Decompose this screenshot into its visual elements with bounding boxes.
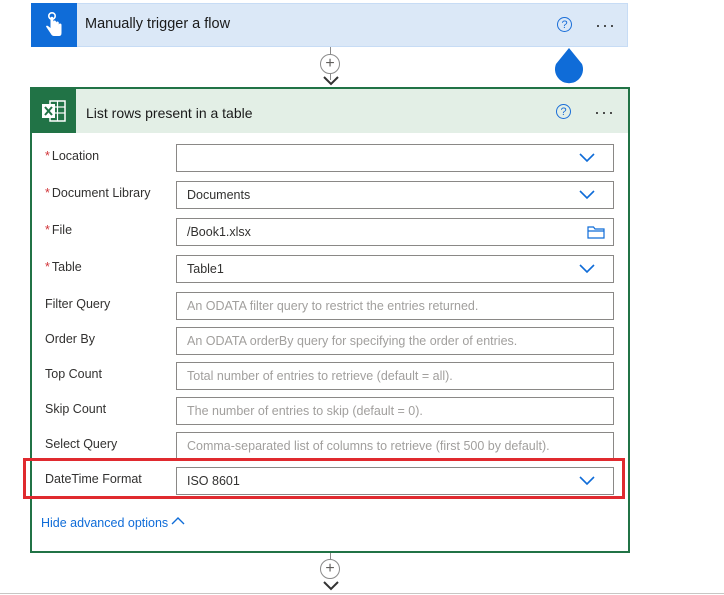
action-more-button[interactable]: ··· [594, 103, 615, 121]
required-marker: * [45, 223, 50, 237]
arrow-down-icon [323, 76, 339, 86]
select-query-input[interactable]: Comma-separated list of columns to retri… [176, 432, 614, 460]
required-marker: * [45, 149, 50, 163]
field-label-filter-query: Filter Query [45, 297, 111, 311]
chevron-down-icon[interactable] [579, 262, 595, 274]
drop-target-icon[interactable] [552, 46, 586, 88]
field-label-skip-count: Skip Count [45, 402, 107, 416]
required-marker: * [45, 186, 50, 200]
excel-icon [42, 100, 66, 122]
hand-touch-icon [46, 11, 62, 36]
document-library-dropdown[interactable]: Documents [176, 181, 614, 209]
field-label-select-query: Select Query [45, 437, 118, 451]
chevron-down-icon[interactable] [579, 188, 595, 200]
field-label-top-count: Top Count [45, 367, 102, 381]
field-label-table: * Table [45, 260, 82, 274]
required-marker: * [45, 260, 50, 274]
field-label-file: * File [45, 223, 73, 237]
trigger-title[interactable]: Manually trigger a flow [85, 16, 230, 32]
chevron-up-icon[interactable] [171, 516, 185, 526]
file-input[interactable]: /Book1.xlsx [176, 218, 614, 246]
location-dropdown[interactable] [176, 144, 614, 172]
field-label-location: * Location [45, 149, 100, 163]
arrow-down-icon [323, 581, 339, 591]
table-dropdown[interactable]: Table1 [176, 255, 614, 283]
trigger-more-button[interactable]: ··· [595, 16, 616, 34]
folder-icon[interactable] [587, 225, 605, 240]
highlight-box [23, 458, 625, 499]
action-title[interactable]: List rows present in a table [86, 105, 253, 121]
filter-query-input[interactable]: An ODATA filter query to restrict the en… [176, 292, 614, 320]
field-label-document-library: * Document Library [45, 186, 151, 200]
top-count-input[interactable]: Total number of entries to retrieve (def… [176, 362, 614, 390]
chevron-down-icon[interactable] [579, 151, 595, 163]
trigger-icon-box [31, 3, 77, 47]
trigger-help-button[interactable]: ? [557, 17, 572, 32]
skip-count-input[interactable]: The number of entries to skip (default =… [176, 397, 614, 425]
action-help-button[interactable]: ? [556, 104, 571, 119]
hide-advanced-options-link[interactable]: Hide advanced options [41, 516, 168, 530]
add-step-button[interactable]: + [320, 559, 340, 579]
divider [0, 593, 724, 594]
order-by-input[interactable]: An ODATA orderBy query for specifying th… [176, 327, 614, 355]
field-label-order-by: Order By [45, 332, 96, 346]
excel-icon-box [32, 89, 76, 133]
add-step-button[interactable]: + [320, 54, 340, 74]
